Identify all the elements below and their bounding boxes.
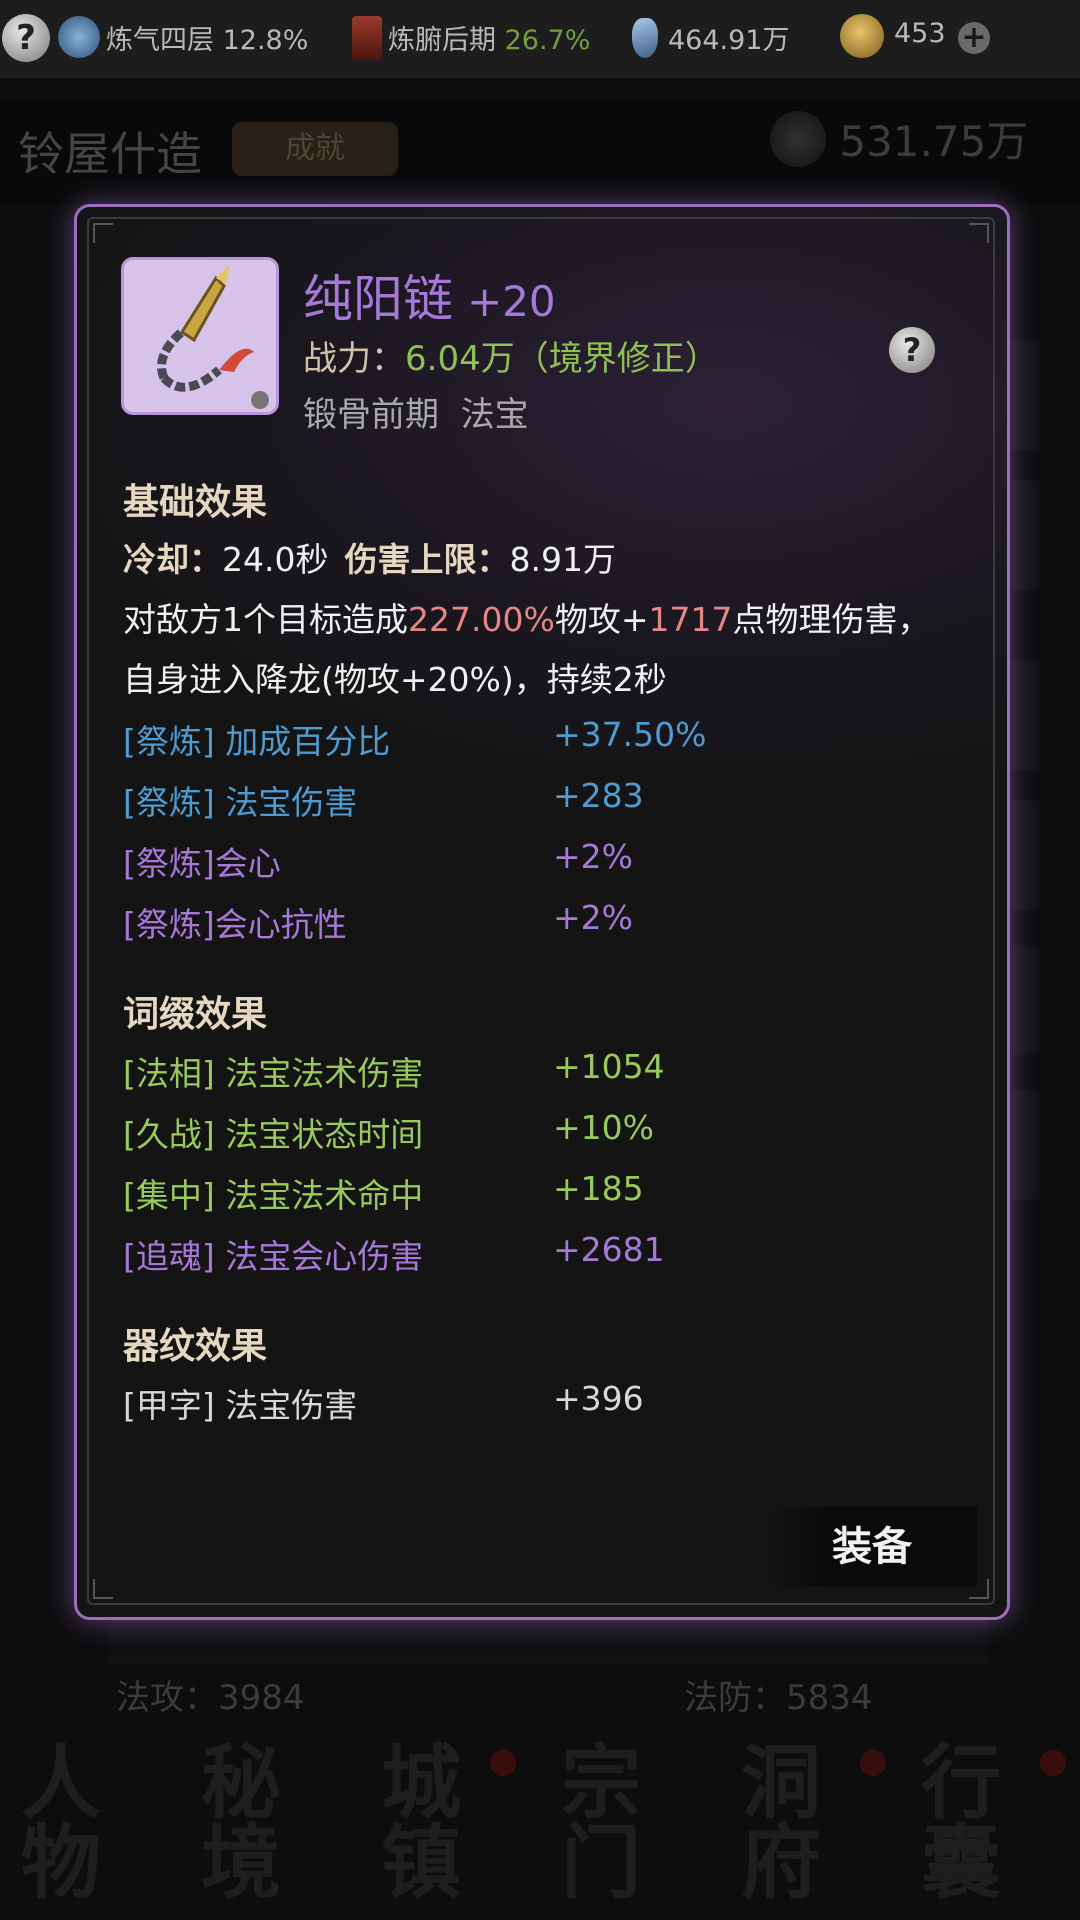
affix-stat-label: [法相] 法宝法术伤害 bbox=[123, 1054, 424, 1093]
equip-button[interactable]: 装备 bbox=[767, 1507, 977, 1587]
refine-stat-label: [祭炼] 法宝伤害 bbox=[123, 783, 358, 822]
frame-corner bbox=[969, 223, 989, 243]
affix-stat-value: +10% bbox=[553, 1108, 654, 1147]
item-name-text: 纯阳链 bbox=[303, 270, 453, 328]
damage-cap-value: 8.91万 bbox=[509, 540, 616, 579]
cooldown-label: 冷却： bbox=[123, 540, 222, 579]
section-title-pattern: 器纹效果 bbox=[123, 1325, 268, 1367]
chain-mace-icon bbox=[157, 264, 269, 409]
help-icon[interactable]: ? bbox=[2, 14, 50, 62]
frame-corner bbox=[93, 1579, 113, 1599]
item-icon-frame bbox=[121, 257, 279, 415]
item-realm: 锻骨前期 bbox=[303, 395, 439, 435]
add-currency-button[interactable]: + bbox=[958, 22, 990, 54]
affix-stat-label: [集中] 法宝法术命中 bbox=[123, 1176, 424, 1215]
refine-stat-value: +37.50% bbox=[553, 715, 707, 754]
refine-stat-value: +2% bbox=[553, 837, 634, 876]
item-type: 法宝 bbox=[460, 395, 529, 435]
affix-stat-value: +1054 bbox=[553, 1047, 665, 1086]
refine-stat-label: [祭炼]会心 bbox=[123, 844, 281, 883]
cooldown-row: 冷却：24.0秒 伤害上限：8.91万 bbox=[123, 533, 616, 581]
affix-stat-label: [久战] 法宝状态时间 bbox=[123, 1115, 424, 1154]
refine-stat-label: [祭炼]会心抗性 bbox=[123, 905, 347, 944]
refine-stat-label: [祭炼] 加成百分比 bbox=[123, 722, 391, 761]
top-status-bar: ? 炼气四层 12.8% 炼腑后期 26.7% 464.91万 453 + bbox=[0, 0, 1080, 78]
combat-power: 战力：6.04万（境界修正） bbox=[303, 331, 719, 380]
pattern-stat-value: +396 bbox=[553, 1379, 644, 1418]
coin-amount: 453 bbox=[894, 18, 946, 49]
item-realm-type: 锻骨前期 法宝 bbox=[303, 387, 529, 436]
affix-stat-value: +185 bbox=[553, 1169, 644, 1208]
realm-body: 炼腑后期 26.7% bbox=[388, 25, 591, 56]
damage-cap-label: 伤害上限： bbox=[344, 540, 510, 579]
power-label: 战力： bbox=[303, 339, 405, 379]
skill-description-line2: 自身进入降龙(物攻+20%)，持续2秒 bbox=[123, 660, 667, 699]
refine-stat-value: +2% bbox=[553, 898, 634, 937]
pattern-stat-label: [甲字] 法宝伤害 bbox=[123, 1386, 358, 1425]
help-icon[interactable]: ? bbox=[889, 327, 935, 373]
taiji-icon bbox=[58, 16, 100, 58]
coin-icon bbox=[840, 14, 884, 58]
refine-stat-value: +283 bbox=[553, 776, 644, 815]
affix-stat-label: [追魂] 法宝会心伤害 bbox=[123, 1237, 424, 1276]
crystal-amount: 464.91万 bbox=[668, 25, 790, 56]
section-title-base: 基础效果 bbox=[123, 481, 268, 523]
cooldown-value: 24.0秒 bbox=[222, 540, 329, 579]
affix-stat-value: +2681 bbox=[553, 1230, 665, 1269]
crystal-icon bbox=[632, 18, 658, 58]
section-title-affix: 词缀效果 bbox=[123, 993, 268, 1035]
power-note: （境界修正） bbox=[514, 339, 719, 379]
blood-sword-icon bbox=[352, 16, 382, 60]
item-enhance-level: +20 bbox=[467, 277, 556, 326]
item-detail-dialog: 纯阳链 +20 战力：6.04万（境界修正） 锻骨前期 法宝 ? 基础效果 冷却：… bbox=[74, 204, 1010, 1620]
realm-qi: 炼气四层 12.8% bbox=[106, 25, 309, 56]
item-name: 纯阳链 +20 bbox=[303, 259, 556, 331]
power-value: 6.04万 bbox=[405, 339, 515, 379]
skill-description-line1: 对敌方1个目标造成227.00%物攻+1717点物理伤害， bbox=[123, 600, 931, 639]
frame-corner bbox=[93, 223, 113, 243]
